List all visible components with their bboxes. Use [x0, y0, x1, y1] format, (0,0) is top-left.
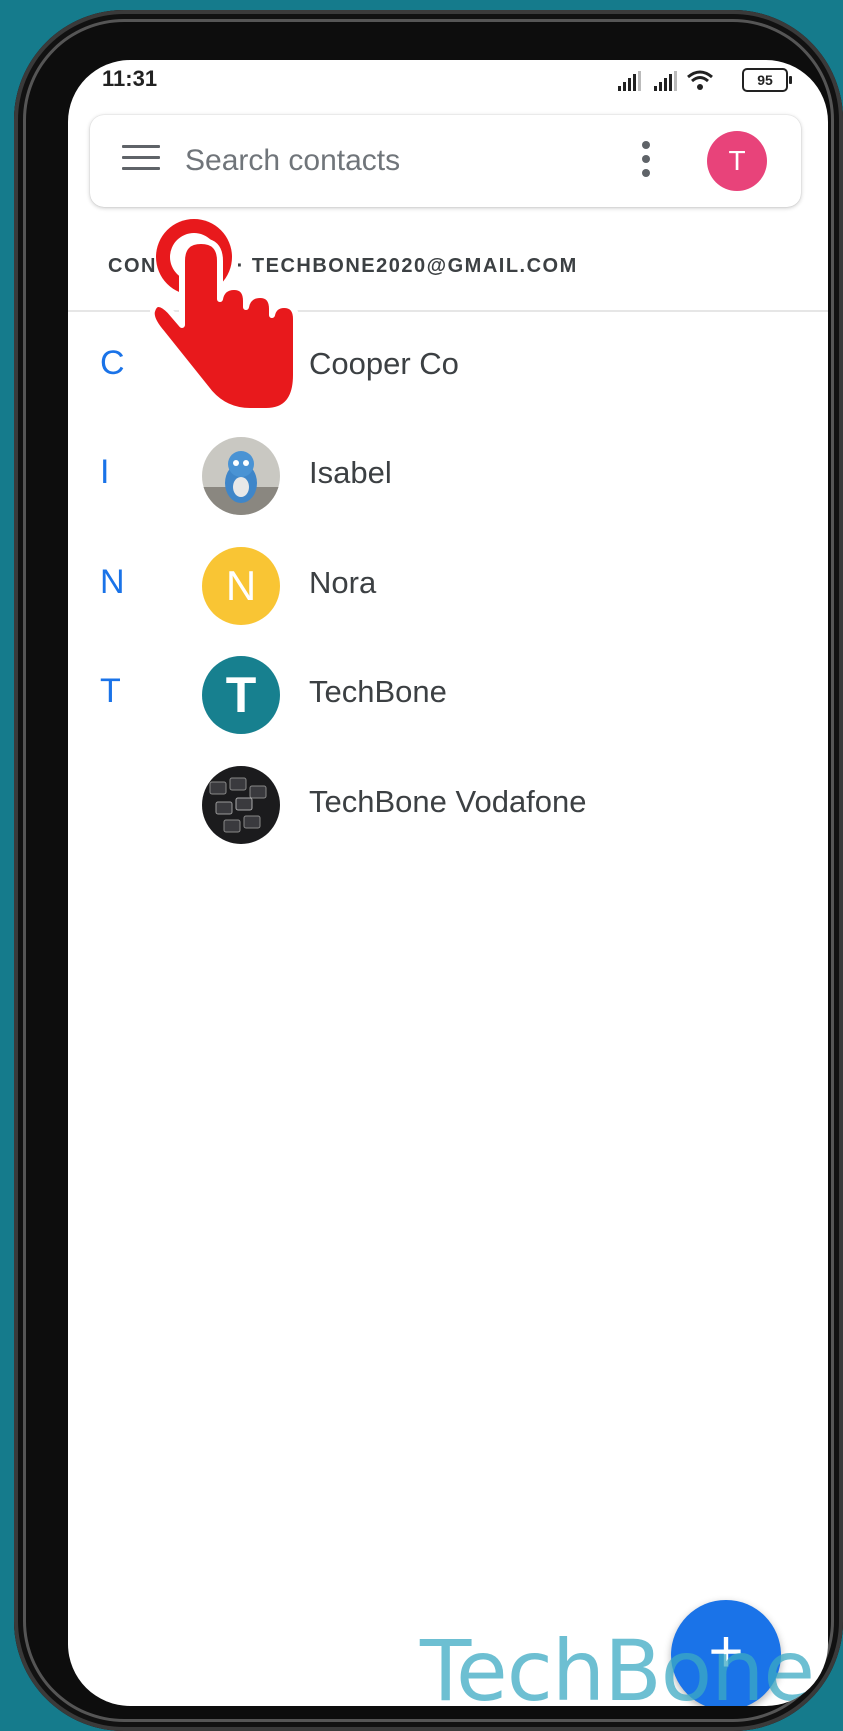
search-bar[interactable]: T — [90, 115, 801, 207]
contact-row[interactable]: TechBone Vodafone — [68, 754, 828, 854]
contact-name: TechBone Vodafone — [309, 784, 587, 819]
index-letter: N — [100, 563, 125, 601]
index-letter: C — [100, 344, 125, 382]
signal-icon — [618, 70, 713, 91]
contact-row[interactable]: N N Nora — [68, 535, 828, 635]
hamburger-menu-icon[interactable] — [122, 145, 160, 177]
contact-letter-avatar: T — [202, 656, 280, 734]
techbone-watermark: TechBone — [420, 1622, 815, 1706]
account-avatar[interactable]: T — [707, 131, 767, 191]
contact-name: TechBone — [309, 674, 447, 709]
more-options-icon[interactable] — [638, 141, 654, 181]
contact-name: Cooper Co — [309, 346, 459, 381]
contact-photo — [202, 766, 280, 844]
phone-screen: 11:31 95 T CONTACTS — [68, 60, 828, 1706]
contact-letter-avatar: N — [202, 547, 280, 625]
index-letter: T — [100, 672, 121, 710]
contact-name: Nora — [309, 565, 377, 600]
contact-photo — [202, 437, 280, 515]
search-input[interactable] — [185, 139, 565, 183]
contact-name: Isabel — [309, 455, 392, 490]
status-bar: 11:31 95 — [68, 60, 828, 110]
battery-icon: 95 — [742, 68, 792, 92]
contact-row[interactable]: T T TechBone — [68, 644, 828, 744]
status-time: 11:31 — [102, 66, 158, 91]
tap-indicator-icon — [150, 219, 299, 414]
contact-row[interactable]: I Isabel — [68, 425, 828, 525]
phone-frame: 11:31 95 T CONTACTS — [14, 10, 843, 1731]
index-letter: I — [100, 453, 110, 491]
